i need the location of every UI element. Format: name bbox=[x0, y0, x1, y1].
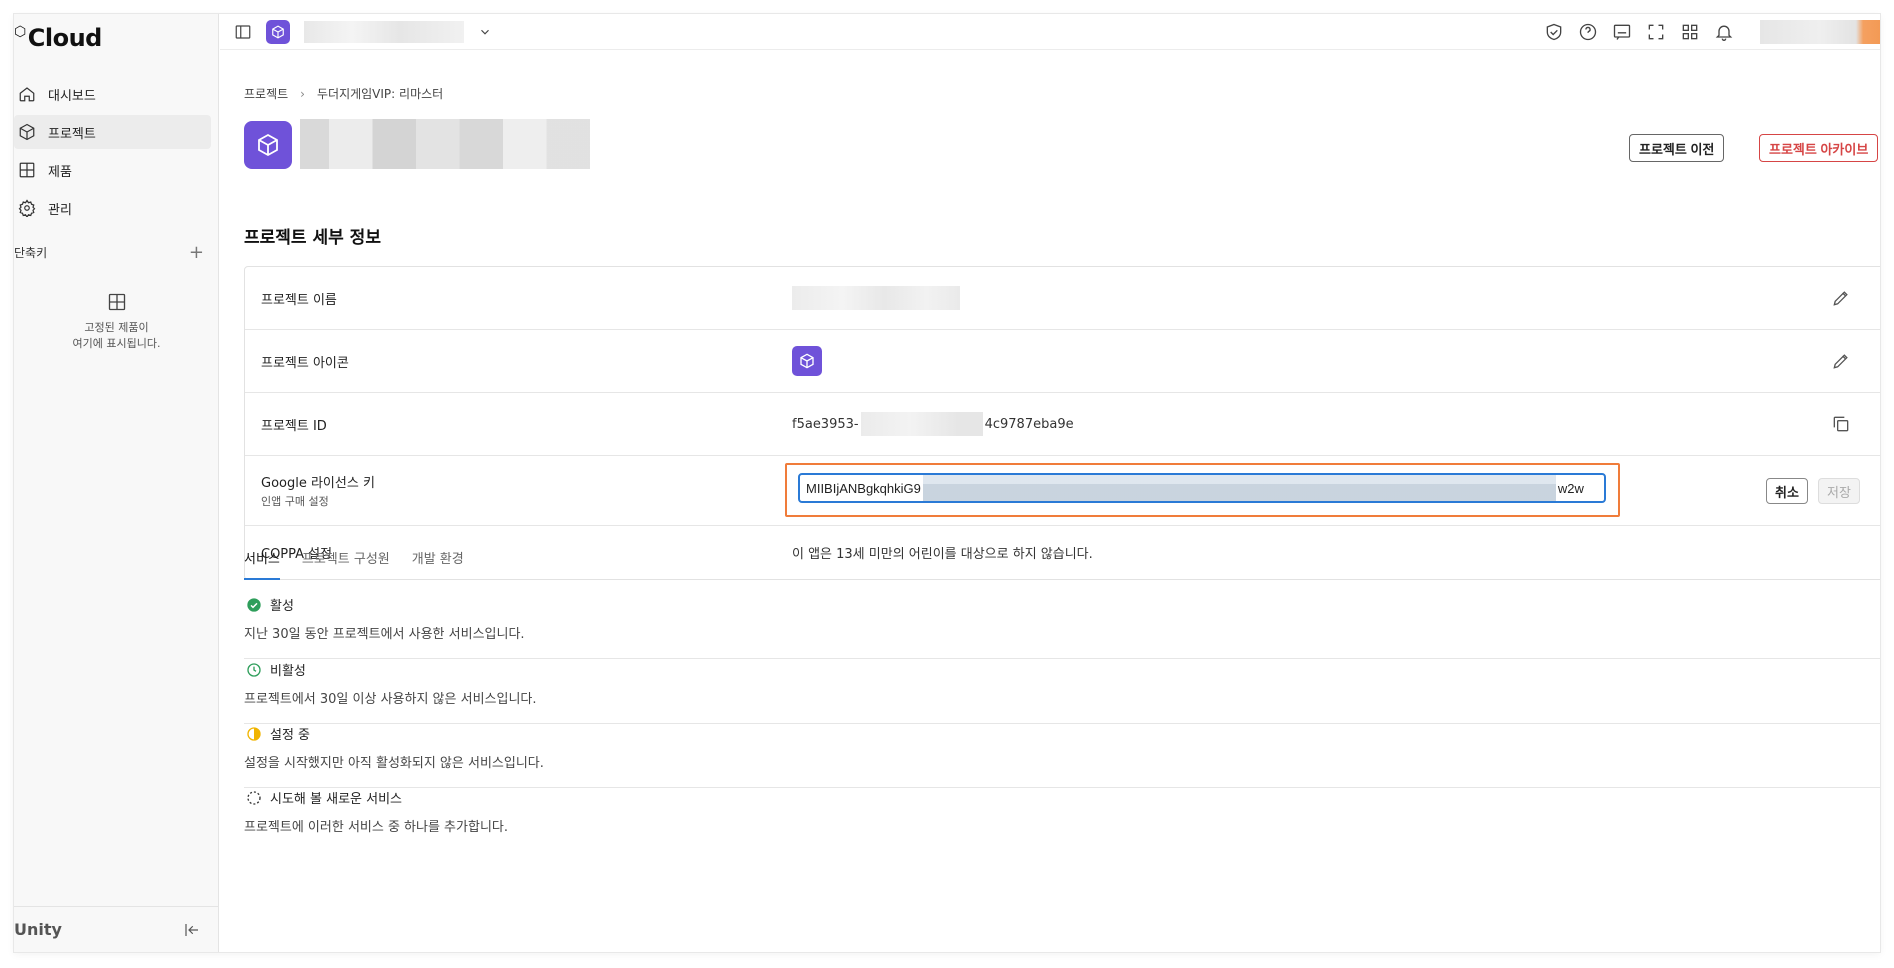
cube-icon bbox=[800, 353, 814, 369]
project-details-title: 프로젝트 세부 정보 bbox=[244, 228, 381, 248]
project-icon-label: 프로젝트 아이콘 bbox=[261, 355, 349, 371]
sidebar-item-label: 관리 bbox=[48, 202, 72, 218]
project-id-redacted bbox=[860, 412, 983, 436]
copy-icon[interactable] bbox=[1831, 414, 1851, 434]
edit-pencil-icon[interactable] bbox=[1831, 351, 1851, 371]
sidebar: ⬡Cloud 대시보드 프로젝트 제품 관리 단축키 + 고정된 제품이 여기에… bbox=[14, 14, 219, 952]
topbar bbox=[220, 14, 1880, 50]
grid-icon bbox=[108, 293, 125, 311]
license-key-redacted bbox=[922, 475, 1556, 501]
panel-toggle-icon[interactable] bbox=[234, 23, 252, 41]
tab-environments[interactable]: 개발 환경 bbox=[412, 536, 464, 580]
cloud-logo[interactable]: ⬡Cloud bbox=[14, 24, 102, 52]
chevron-down-icon[interactable] bbox=[478, 25, 492, 39]
clock-icon bbox=[247, 662, 261, 677]
bell-icon[interactable] bbox=[1714, 22, 1734, 42]
sidebar-item-admin[interactable]: 관리 bbox=[14, 191, 211, 225]
breadcrumb: 프로젝트 › 두더지게임VIP: 리마스터 bbox=[244, 85, 443, 102]
user-avatar-redacted[interactable] bbox=[1760, 19, 1880, 44]
add-shortcut-icon[interactable]: + bbox=[189, 242, 204, 263]
project-id-row: 프로젝트 ID f5ae3953- 4c9787eba9e bbox=[245, 393, 1880, 456]
service-description: 프로젝트에 이러한 서비스 중 하나를 추가합니다. bbox=[244, 820, 508, 835]
sidebar-item-label: 프로젝트 bbox=[48, 126, 96, 142]
project-id-label: 프로젝트 ID bbox=[261, 418, 327, 434]
service-title: 설정 중 bbox=[270, 728, 311, 743]
project-id-prefix: f5ae3953- bbox=[792, 416, 859, 432]
check-circle-icon bbox=[247, 597, 261, 612]
project-avatar bbox=[244, 121, 292, 169]
service-title: 비활성 bbox=[270, 664, 306, 679]
project-icon-preview bbox=[792, 346, 822, 376]
pinned-products-empty: 고정된 제품이 여기에 표시됩니다. bbox=[14, 292, 219, 352]
feedback-icon[interactable] bbox=[1612, 22, 1632, 42]
license-key-subtitle: 인앱 구매 설정 bbox=[261, 495, 329, 508]
archive-project-button[interactable]: 프로젝트 아카이브 bbox=[1759, 134, 1879, 162]
service-description: 지난 30일 동안 프로젝트에서 사용한 서비스입니다. bbox=[244, 627, 525, 642]
project-name-row: 프로젝트 이름 bbox=[245, 267, 1880, 330]
license-key-input[interactable]: MIIBIjANBgkqhkiG9 w2w bbox=[798, 473, 1606, 503]
service-group-new: 시도해 볼 새로운 서비스 프로젝트에 이러한 서비스 중 하나를 추가합니다. bbox=[244, 774, 1880, 852]
project-switcher-name-redacted[interactable] bbox=[304, 20, 464, 43]
gear-icon bbox=[18, 199, 36, 217]
project-title-redacted bbox=[300, 119, 590, 169]
license-key-title: Google 라이선스 키 bbox=[261, 476, 375, 491]
unity-logo: Unity bbox=[14, 920, 62, 939]
unity-mark-icon: ⬡ bbox=[14, 24, 26, 40]
project-icon-row: 프로젝트 아이콘 bbox=[245, 330, 1880, 393]
breadcrumb-projects-link[interactable]: 프로젝트 bbox=[244, 85, 288, 102]
license-key-start: MIIBIjANBgkqhkiG9 bbox=[806, 480, 921, 496]
project-switcher-icon[interactable] bbox=[266, 19, 290, 44]
project-name-label: 프로젝트 이름 bbox=[261, 292, 337, 308]
service-description: 프로젝트에서 30일 이상 사용하지 않은 서비스입니다. bbox=[244, 692, 537, 707]
cube-icon bbox=[258, 133, 278, 157]
project-id-value: f5ae3953- 4c9787eba9e bbox=[792, 412, 1074, 436]
fullscreen-icon[interactable] bbox=[1646, 22, 1666, 42]
half-circle-icon bbox=[247, 726, 261, 741]
grid-icon bbox=[19, 162, 35, 178]
project-tabs: 서비스 프로젝트 구성원 개발 환경 bbox=[244, 536, 1880, 580]
transfer-project-button[interactable]: 프로젝트 이전 bbox=[1629, 134, 1725, 162]
edit-pencil-icon[interactable] bbox=[1831, 288, 1851, 308]
sidebar-footer: Unity bbox=[14, 906, 219, 952]
home-icon bbox=[19, 87, 35, 102]
license-key-label: Google 라이선스 키 인앱 구매 설정 bbox=[261, 472, 375, 509]
chevron-right-icon: › bbox=[300, 86, 305, 101]
license-key-end: w2w bbox=[1557, 480, 1584, 496]
sidebar-item-projects[interactable]: 프로젝트 bbox=[14, 115, 211, 149]
main-content: 프로젝트 › 두더지게임VIP: 리마스터 프로젝트 이전 프로젝트 아카이브 … bbox=[220, 51, 1880, 952]
service-description: 설정을 시작했지만 아직 활성화되지 않은 서비스입니다. bbox=[244, 756, 544, 771]
project-details-table: 프로젝트 이름 프로젝트 아이콘 프로젝트 ID f5ae3953- 4c978… bbox=[244, 266, 1880, 580]
project-id-suffix: 4c9787eba9e bbox=[984, 416, 1074, 432]
service-title: 시도해 볼 새로운 서비스 bbox=[270, 792, 402, 807]
apps-icon[interactable] bbox=[1680, 22, 1700, 42]
collapse-sidebar-icon[interactable] bbox=[183, 921, 201, 939]
breadcrumb-current: 두더지게임VIP: 리마스터 bbox=[316, 87, 444, 101]
tab-services[interactable]: 서비스 bbox=[244, 536, 280, 580]
sidebar-nav: 대시보드 프로젝트 제품 관리 bbox=[14, 77, 211, 229]
shield-check-icon[interactable] bbox=[1544, 22, 1564, 42]
save-button[interactable]: 저장 bbox=[1818, 478, 1860, 504]
dashed-circle-icon bbox=[247, 790, 261, 805]
app-window: ⬡Cloud 대시보드 프로젝트 제품 관리 단축키 + 고정된 제품이 여기에… bbox=[14, 14, 1880, 952]
tab-members[interactable]: 프로젝트 구성원 bbox=[302, 536, 390, 580]
pinned-text-line-2: 여기에 표시됩니다. bbox=[72, 337, 161, 350]
project-name-value-redacted bbox=[792, 286, 960, 310]
sidebar-item-label: 대시보드 bbox=[48, 88, 96, 104]
cancel-button[interactable]: 취소 bbox=[1766, 478, 1808, 504]
license-key-row: Google 라이선스 키 인앱 구매 설정 MIIBIjANBgkqhkiG9… bbox=[245, 456, 1880, 526]
sidebar-item-dashboard[interactable]: 대시보드 bbox=[14, 77, 211, 111]
pinned-text-line-1: 고정된 제품이 bbox=[84, 321, 149, 334]
cube-icon bbox=[19, 123, 35, 141]
shortcuts-label: 단축키 bbox=[14, 245, 48, 260]
service-title: 활성 bbox=[270, 599, 294, 614]
sidebar-item-products[interactable]: 제품 bbox=[14, 153, 211, 187]
shortcuts-header: 단축키 + bbox=[14, 240, 204, 264]
help-icon[interactable] bbox=[1578, 22, 1598, 42]
sidebar-item-label: 제품 bbox=[48, 164, 72, 180]
